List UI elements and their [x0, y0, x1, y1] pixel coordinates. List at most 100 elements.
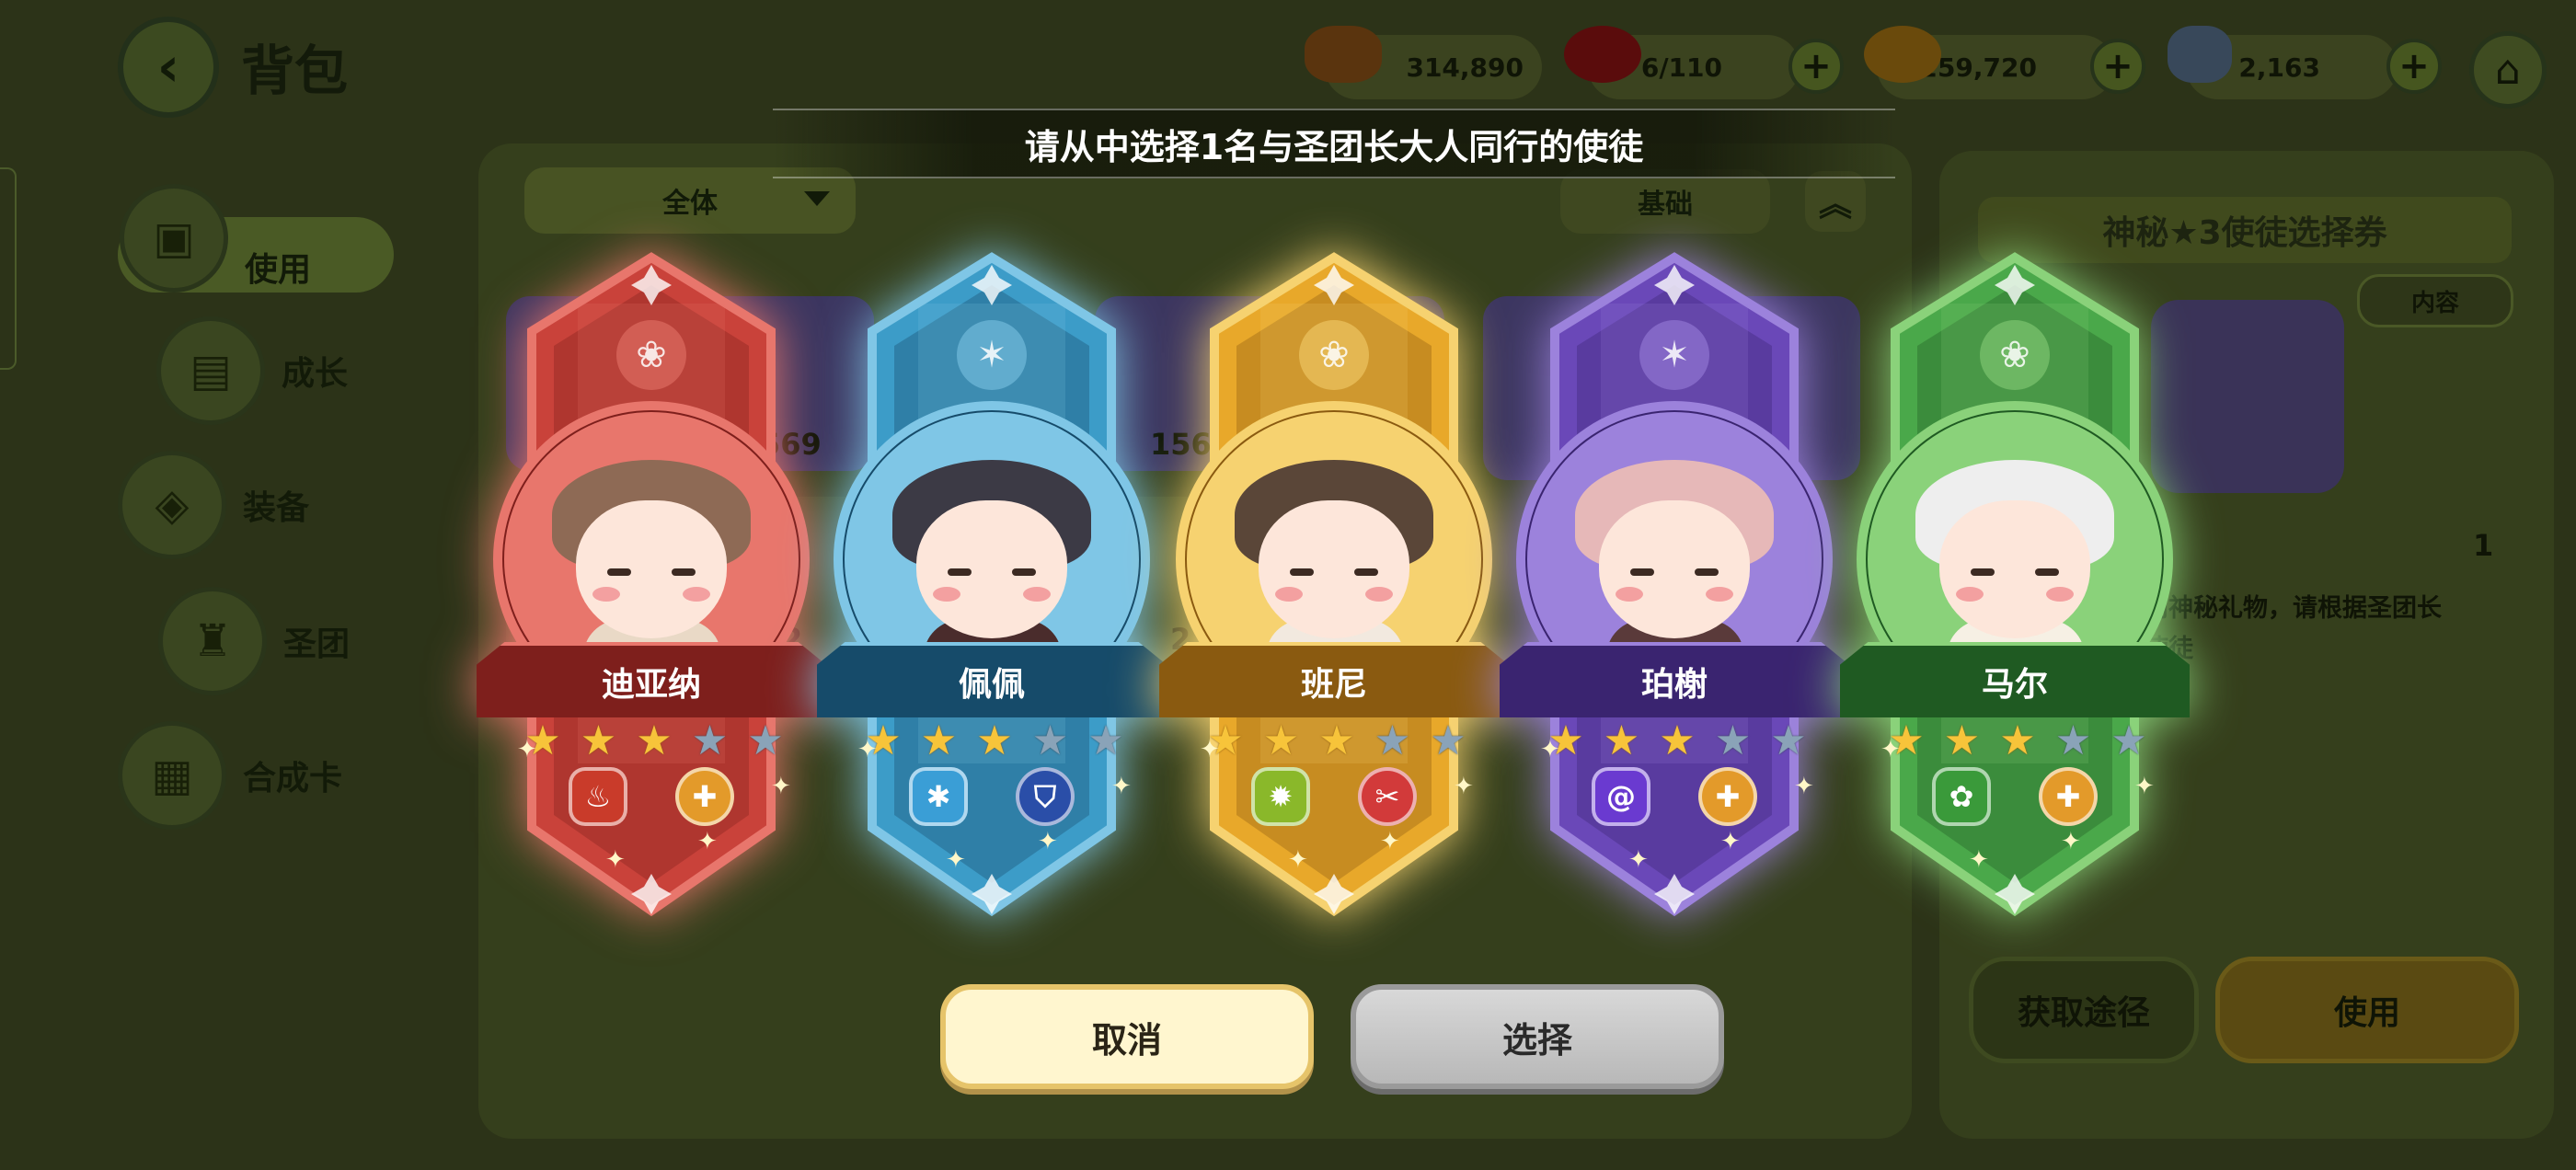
portrait-face	[1939, 500, 2090, 638]
portrait-blush	[2046, 587, 2074, 602]
portrait-blush	[1365, 587, 1393, 602]
snowflake-icon: ✱	[909, 767, 968, 826]
sparkle-icon: ✦	[1540, 736, 1560, 763]
star-burst-icon: ✶	[976, 334, 1007, 376]
sparkle-icon: ✦	[517, 736, 537, 763]
portrait-eye	[1354, 568, 1378, 576]
sparkle-icon: ✦	[1200, 736, 1220, 763]
portrait-blush	[1023, 587, 1051, 602]
portrait-blush	[1275, 587, 1303, 602]
cancel-button[interactable]: 取消	[940, 984, 1314, 1089]
cross-icon: ✚	[675, 767, 734, 826]
character-name: 佩佩	[817, 642, 1167, 717]
portrait-eye	[1695, 568, 1719, 576]
star-icon: ★	[636, 717, 673, 764]
portrait-eye	[1630, 568, 1654, 576]
paw-icon: ❀	[636, 334, 667, 376]
character-card[interactable]: ❀ 马尔 ★ ★ ★ ★ ★ ✿ ✚ ✦ ✦ ✦ ✦	[1831, 239, 2199, 938]
character-badges: ✱ ⛉	[909, 767, 1075, 828]
sparkle-icon: ✦	[857, 736, 878, 763]
portrait-blush	[1616, 587, 1643, 602]
character-badges: @ ✚	[1592, 767, 1757, 828]
spiral-icon: @	[1592, 767, 1650, 826]
sparkle-icon: ✦	[1720, 828, 1741, 855]
paw-icon: ❀	[1999, 334, 2030, 376]
star-icon: ★	[580, 717, 617, 764]
star-icon: ★	[1262, 717, 1300, 764]
cross-icon: ✚	[2039, 767, 2098, 826]
sparkle-icon: ✦	[1288, 846, 1308, 874]
star-rating: ★ ★ ★ ★ ★	[1544, 719, 1811, 763]
character-name: 迪亚纳	[477, 642, 826, 717]
sparkle-icon: ✦	[1969, 846, 1989, 874]
cross-icon: ✚	[1698, 767, 1757, 826]
star-rating: ★ ★ ★ ★ ★	[861, 719, 1128, 763]
character-badges: ✿ ✚	[1932, 767, 2098, 828]
star-icon: ★	[1999, 717, 2036, 764]
star-icon: ★	[2110, 717, 2147, 764]
select-button[interactable]: 选择	[1351, 984, 1724, 1089]
portrait-blush	[1956, 587, 1984, 602]
sparkle-icon: ✦	[1111, 773, 1132, 800]
portrait-face	[916, 500, 1067, 638]
sparkle-icon: ✦	[2061, 828, 2081, 855]
star-icon: ★	[1770, 717, 1807, 764]
fire-icon: ♨	[569, 767, 627, 826]
character-card[interactable]: ❀ 班尼 ★ ★ ★ ★ ★ ✹ ✂ ✦ ✦ ✦ ✦	[1150, 239, 1518, 938]
portrait-face	[1599, 500, 1750, 638]
sun-icon: ✹	[1251, 767, 1310, 826]
portrait-blush	[683, 587, 710, 602]
sparkle-icon: ✦	[2134, 773, 2155, 800]
star-icon: ★	[1943, 717, 1981, 764]
clover-icon: ✿	[1932, 767, 1991, 826]
star-icon: ★	[1603, 717, 1640, 764]
star-icon: ★	[1318, 717, 1355, 764]
portrait-eye	[1971, 568, 1995, 576]
star-icon: ★	[1374, 717, 1411, 764]
sparkle-icon: ✦	[946, 846, 966, 874]
star-icon: ★	[1659, 717, 1696, 764]
portrait-eye	[607, 568, 631, 576]
portrait-blush	[1706, 587, 1733, 602]
character-card[interactable]: ✶ 佩佩 ★ ★ ★ ★ ★ ✱ ⛉ ✦ ✦ ✦ ✦	[808, 239, 1176, 938]
star-icon: ★	[1031, 717, 1069, 764]
star-icon: ★	[747, 717, 784, 764]
sparkle-icon: ✦	[697, 828, 718, 855]
shield-icon: ⛉	[1016, 767, 1075, 826]
character-name: 班尼	[1159, 642, 1509, 717]
portrait-eye	[948, 568, 972, 576]
portrait-blush	[592, 587, 620, 602]
star-icon: ★	[2054, 717, 2092, 764]
portrait-eye	[2035, 568, 2059, 576]
sparkle-icon: ✦	[605, 846, 626, 874]
star-icon: ★	[1087, 717, 1124, 764]
character-card[interactable]: ✶ 珀榭 ★ ★ ★ ★ ★ @ ✚ ✦ ✦ ✦ ✦	[1490, 239, 1858, 938]
portrait-eye	[1012, 568, 1036, 576]
modal-title: 请从中选择1名与圣团长大人同行的使徒	[773, 109, 1895, 178]
portrait-face	[1259, 500, 1409, 638]
star-burst-icon: ✶	[1659, 334, 1690, 376]
sparkle-icon: ✦	[1628, 846, 1649, 874]
sparkle-icon: ✦	[1380, 828, 1400, 855]
star-icon: ★	[976, 717, 1013, 764]
sword-icon: ✂	[1358, 767, 1417, 826]
portrait-eye	[1290, 568, 1314, 576]
star-rating: ★ ★ ★ ★ ★	[1203, 719, 1470, 763]
paw-icon: ❀	[1318, 334, 1350, 376]
character-badges: ♨ ✚	[569, 767, 734, 828]
star-icon: ★	[1714, 717, 1752, 764]
star-rating: ★ ★ ★ ★ ★	[1884, 719, 2151, 763]
star-icon: ★	[920, 717, 958, 764]
portrait-blush	[933, 587, 960, 602]
character-name: 珀榭	[1500, 642, 1849, 717]
star-icon: ★	[691, 717, 729, 764]
sparkle-icon: ✦	[1038, 828, 1058, 855]
sparkle-icon: ✦	[1880, 736, 1901, 763]
portrait-face	[576, 500, 727, 638]
sparkle-icon: ✦	[1454, 773, 1474, 800]
character-card[interactable]: ❀ 迪亚纳 ★ ★ ★ ★ ★ ♨ ✚ ✦ ✦ ✦ ✦	[467, 239, 835, 938]
sparkle-icon: ✦	[1794, 773, 1814, 800]
portrait-eye	[672, 568, 696, 576]
character-name: 马尔	[1840, 642, 2190, 717]
star-rating: ★ ★ ★ ★ ★	[521, 719, 788, 763]
